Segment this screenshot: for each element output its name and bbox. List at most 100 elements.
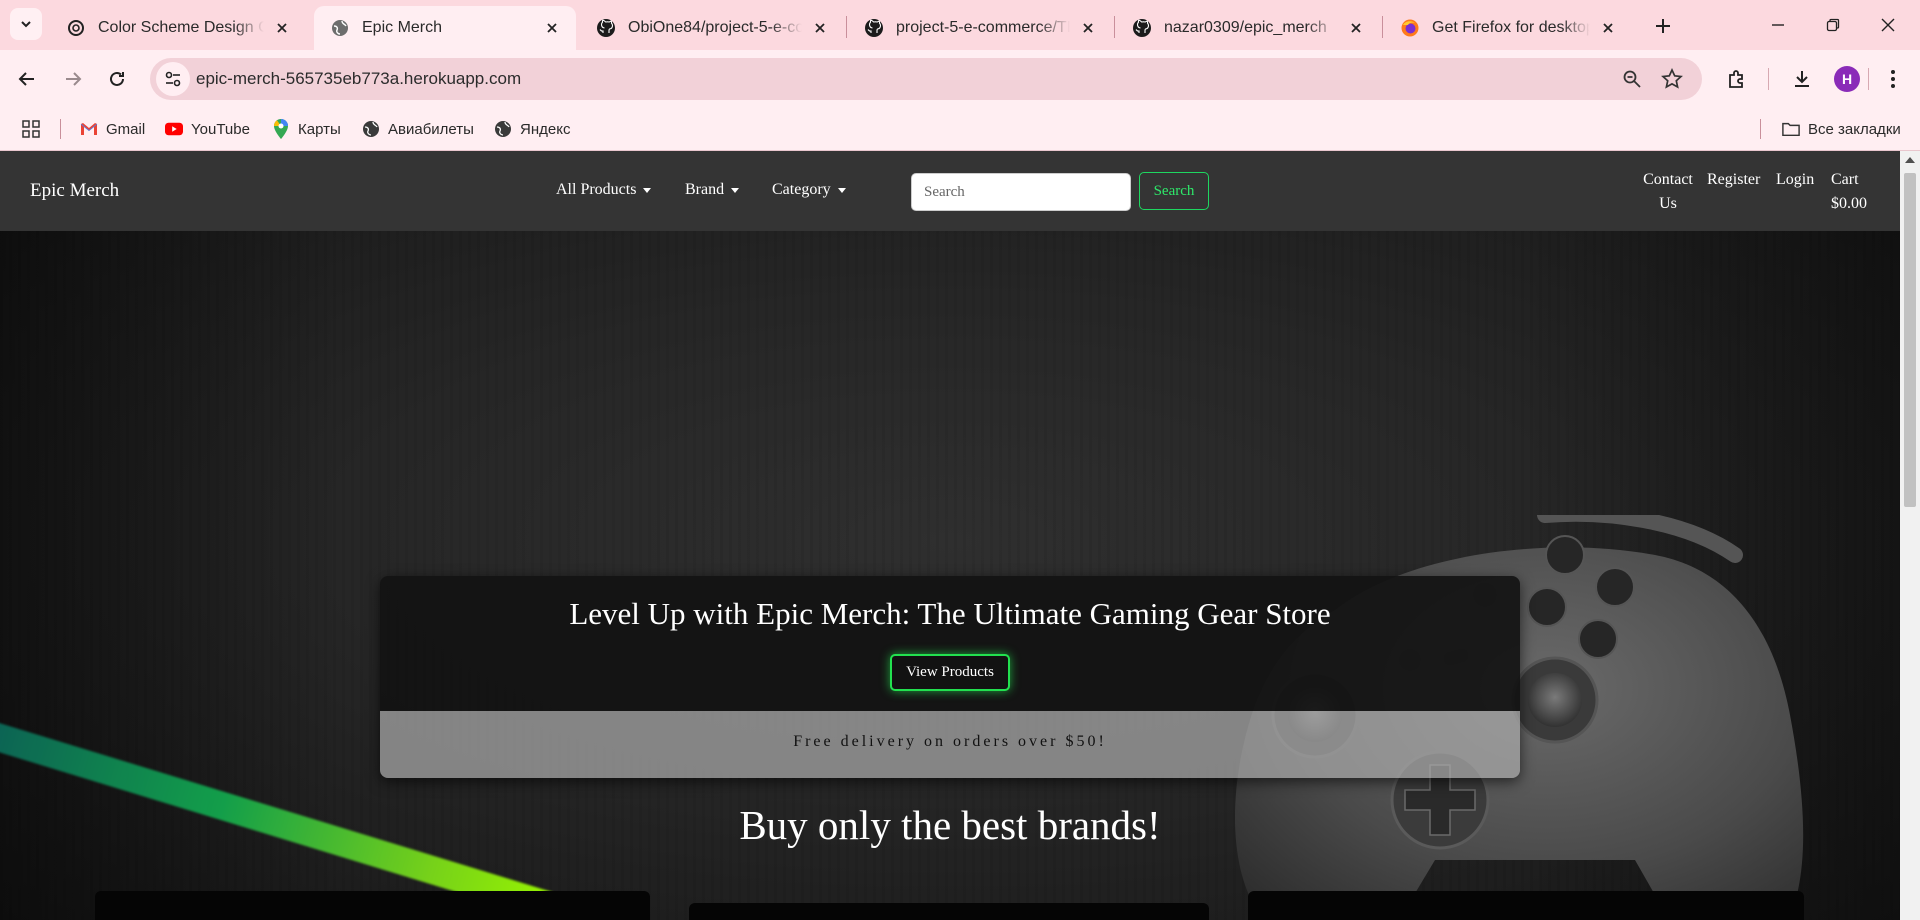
tab-separator bbox=[1114, 16, 1115, 38]
brand-card[interactable] bbox=[689, 903, 1209, 920]
bookmark-separator bbox=[60, 119, 61, 139]
page-scrollbar[interactable] bbox=[1900, 151, 1920, 920]
profile-avatar[interactable]: H bbox=[1834, 66, 1860, 92]
bookmark-label: Gmail bbox=[106, 120, 146, 138]
register-link[interactable]: Register bbox=[1707, 168, 1760, 192]
address-bar[interactable]: epic-merch-565735eb773a.herokuapp.com bbox=[150, 58, 1702, 100]
tab-epic-merch-repo[interactable]: nazar0309/epic_merch bbox=[1116, 6, 1380, 50]
tab-strip: Color Scheme Design Guide Epic Merch Obi… bbox=[0, 0, 1920, 50]
tab-testing-repo[interactable]: project-5-e-commerce/TESTING bbox=[848, 6, 1112, 50]
back-button[interactable] bbox=[10, 62, 44, 96]
firefox-icon bbox=[1400, 18, 1420, 38]
tab-title: ObiOne84/project-5-e-commerce bbox=[628, 19, 802, 36]
reload-button[interactable] bbox=[100, 62, 134, 96]
zoom-icon[interactable] bbox=[1620, 67, 1644, 91]
bookmark-label: YouTube bbox=[191, 120, 250, 138]
github-icon bbox=[1132, 18, 1152, 38]
cart-link[interactable]: Cart $0.00 bbox=[1831, 168, 1867, 216]
tab-firefox[interactable]: Get Firefox for desktop — Mozilla bbox=[1384, 6, 1632, 50]
delivery-banner: Free delivery on orders over $50! bbox=[380, 711, 1520, 778]
bookmarks-bar: Gmail YouTube Карты Авиабилеты Яндекс Вс… bbox=[0, 107, 1920, 151]
nav-label: Category bbox=[772, 181, 831, 198]
tab-title: nazar0309/epic_merch bbox=[1164, 19, 1327, 36]
tab-title: Get Firefox for desktop — Mozilla bbox=[1432, 19, 1590, 36]
hero-title: Level Up with Epic Merch: The Ultimate G… bbox=[569, 596, 1331, 631]
nav-label: All Products bbox=[556, 181, 637, 198]
nav-category-dropdown[interactable]: Category bbox=[772, 181, 846, 199]
nav-all-products-dropdown[interactable]: All Products bbox=[556, 181, 652, 199]
tune-icon bbox=[165, 71, 181, 87]
url-text[interactable]: epic-merch-565735eb773a.herokuapp.com bbox=[196, 69, 521, 89]
tab-epic-merch[interactable]: Epic Merch bbox=[314, 6, 576, 50]
brand-card[interactable] bbox=[95, 891, 650, 920]
delivery-text: Free delivery on orders over $50! bbox=[793, 733, 1107, 750]
reload-icon bbox=[110, 71, 124, 86]
extensions-button[interactable] bbox=[1720, 62, 1754, 96]
brands-heading: Buy only the best brands! bbox=[739, 802, 1161, 848]
folder-icon bbox=[1782, 120, 1800, 138]
maps-icon bbox=[272, 119, 290, 139]
site-brand-link[interactable]: Epic Merch bbox=[30, 180, 119, 202]
hero-banner: Level Up with Epic Merch: The Ultimate G… bbox=[380, 576, 1520, 778]
plus-icon bbox=[1656, 19, 1670, 33]
bookmark-yandex[interactable]: Яндекс bbox=[494, 117, 570, 141]
tab-obione84-repo[interactable]: ObiOne84/project-5-e-commerce bbox=[580, 6, 844, 50]
close-icon[interactable] bbox=[1078, 18, 1098, 38]
tab-search-button[interactable] bbox=[10, 8, 42, 40]
search-button[interactable]: Search bbox=[1139, 172, 1209, 210]
bookmark-label: Яндекс bbox=[520, 120, 571, 138]
all-bookmarks-label: Все закладки bbox=[1808, 120, 1901, 138]
close-icon[interactable] bbox=[542, 18, 562, 38]
nav-label: Brand bbox=[685, 181, 725, 198]
restore-button[interactable] bbox=[1815, 10, 1851, 40]
contact-us-link[interactable]: Contact Us bbox=[1640, 168, 1696, 216]
site-navbar: Epic Merch All Products Brand Category S… bbox=[0, 151, 1900, 231]
apps-grid-icon bbox=[22, 120, 40, 138]
apps-button[interactable] bbox=[22, 117, 48, 141]
close-icon[interactable] bbox=[1598, 18, 1618, 38]
globe-icon bbox=[362, 120, 380, 138]
brand-card[interactable] bbox=[1248, 891, 1804, 920]
downloads-button[interactable] bbox=[1785, 62, 1819, 96]
download-icon bbox=[1795, 71, 1809, 87]
kebab-menu-icon bbox=[1891, 70, 1895, 88]
youtube-icon bbox=[165, 120, 183, 138]
close-icon[interactable] bbox=[272, 18, 292, 38]
close-icon[interactable] bbox=[1346, 18, 1366, 38]
search-input[interactable] bbox=[911, 173, 1131, 211]
new-tab-button[interactable] bbox=[1648, 11, 1678, 41]
view-products-button[interactable]: View Products bbox=[890, 654, 1010, 691]
close-window-button[interactable] bbox=[1870, 10, 1906, 40]
tab-color-scheme[interactable]: Color Scheme Design Guide bbox=[50, 6, 306, 50]
close-icon[interactable] bbox=[810, 18, 830, 38]
scroll-up-icon[interactable] bbox=[1905, 157, 1915, 163]
bookmark-youtube[interactable]: YouTube bbox=[165, 117, 250, 141]
toolbar-separator bbox=[1868, 68, 1869, 90]
globe-icon bbox=[330, 18, 350, 38]
contact-label-line1: Contact bbox=[1643, 171, 1693, 188]
bookmark-maps[interactable]: Карты bbox=[272, 117, 341, 141]
browser-toolbar: epic-merch-565735eb773a.herokuapp.com H bbox=[0, 50, 1920, 107]
login-link[interactable]: Login bbox=[1776, 168, 1814, 192]
toolbar-separator bbox=[1768, 68, 1769, 90]
bookmark-flights[interactable]: Авиабилеты bbox=[362, 117, 474, 141]
bookmark-label: Карты bbox=[298, 120, 341, 138]
bookmark-star-icon[interactable] bbox=[1660, 67, 1684, 91]
github-icon bbox=[596, 18, 616, 38]
scroll-thumb[interactable] bbox=[1904, 173, 1916, 507]
all-bookmarks-button[interactable]: Все закладки bbox=[1782, 117, 1901, 141]
hero-banner-top: Level Up with Epic Merch: The Ultimate G… bbox=[380, 576, 1520, 711]
contact-label-line2: Us bbox=[1659, 195, 1677, 212]
site-info-button[interactable] bbox=[156, 62, 190, 96]
bookmark-gmail[interactable]: Gmail bbox=[80, 117, 145, 141]
minimize-button[interactable] bbox=[1760, 10, 1796, 40]
browser-menu-button[interactable] bbox=[1876, 62, 1910, 96]
puzzle-icon bbox=[1729, 70, 1743, 88]
hero-section: Level Up with Epic Merch: The Ultimate G… bbox=[0, 231, 1900, 920]
bookmark-label: Авиабилеты bbox=[388, 120, 474, 138]
openai-icon bbox=[66, 18, 86, 38]
caret-down-icon bbox=[643, 187, 652, 193]
tab-separator bbox=[1382, 16, 1383, 38]
nav-brand-dropdown[interactable]: Brand bbox=[685, 181, 740, 199]
forward-button[interactable] bbox=[56, 62, 90, 96]
